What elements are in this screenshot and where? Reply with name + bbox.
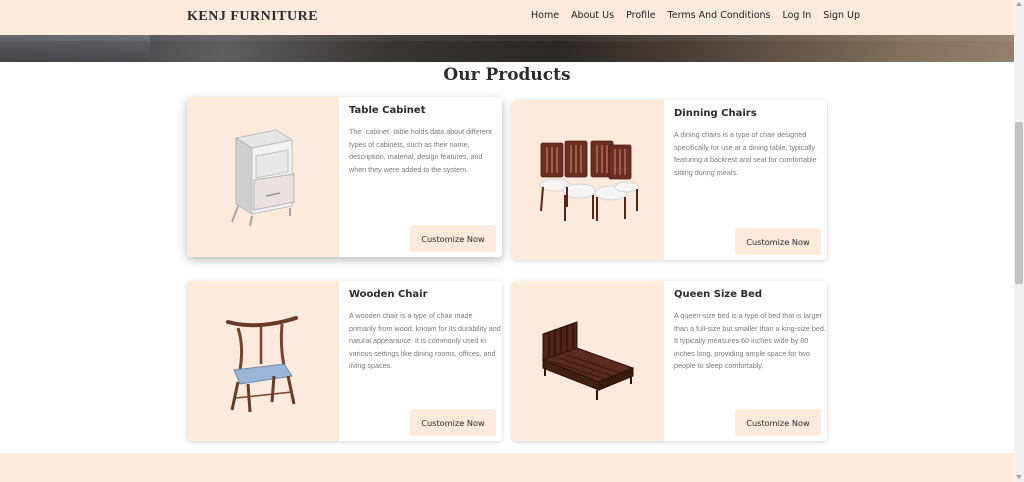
- nav-about-us[interactable]: About Us: [571, 10, 614, 21]
- cabinet-icon: [231, 129, 295, 227]
- product-card-queen-size-bed: Queen Size Bed A queen-size bed is a typ…: [512, 281, 827, 441]
- product-description: A dining chairs is a type of chair desig…: [674, 130, 817, 177]
- customize-now-button[interactable]: Customize Now: [735, 409, 821, 436]
- product-description: A wooden chair is a type of chair made p…: [349, 311, 501, 370]
- nav-log-in[interactable]: Log In: [782, 10, 811, 21]
- hero-banner-image: [0, 35, 1014, 62]
- nav-home[interactable]: Home: [531, 10, 559, 21]
- product-description: The `cabinet` table holds data about dif…: [349, 127, 492, 174]
- nav-terms[interactable]: Terms And Conditions: [668, 10, 771, 21]
- footer-band: [0, 453, 1014, 482]
- product-title: Table Cabinet: [349, 105, 426, 116]
- nav-sign-up[interactable]: Sign Up: [823, 10, 860, 21]
- section-title: Our Products: [443, 65, 571, 85]
- bed-icon: [541, 321, 635, 400]
- product-title: Wooden Chair: [349, 289, 428, 300]
- product-card-table-cabinet: Table Cabinet The `cabinet` table holds …: [187, 97, 502, 257]
- product-image: [512, 281, 664, 441]
- customize-now-button[interactable]: Customize Now: [735, 228, 821, 255]
- brand-logo[interactable]: KENJ FURNITURE: [187, 9, 318, 25]
- customize-now-button[interactable]: Customize Now: [410, 409, 496, 436]
- nav-links: Home About Us Profile Terms And Conditio…: [531, 10, 872, 21]
- wooden-chair-icon: [226, 316, 298, 413]
- product-title: Queen Size Bed: [674, 289, 763, 300]
- scroll-thumb[interactable]: [1015, 122, 1023, 284]
- scroll-down-arrow-icon[interactable]: [1016, 475, 1022, 479]
- navbar: KENJ FURNITURE Home About Us Profile Ter…: [0, 0, 1014, 35]
- product-image: [187, 281, 339, 441]
- product-image: [187, 97, 339, 257]
- hero-ceiling: [0, 35, 1014, 41]
- product-card-dinning-chairs: Dinning Chairs A dining chairs is a type…: [512, 100, 827, 260]
- customize-now-button[interactable]: Customize Now: [410, 225, 496, 252]
- product-card-wooden-chair: Wooden Chair A wooden chair is a type of…: [187, 281, 502, 441]
- product-image: [512, 100, 664, 260]
- dining-chairs-icon: [539, 140, 640, 221]
- page-scrollbar[interactable]: [1014, 0, 1024, 482]
- product-description: A queen-size bed is a type of bed that i…: [674, 311, 826, 370]
- product-title: Dinning Chairs: [674, 108, 757, 119]
- scroll-up-arrow-icon[interactable]: [1016, 2, 1022, 6]
- nav-profile[interactable]: Profile: [626, 10, 656, 21]
